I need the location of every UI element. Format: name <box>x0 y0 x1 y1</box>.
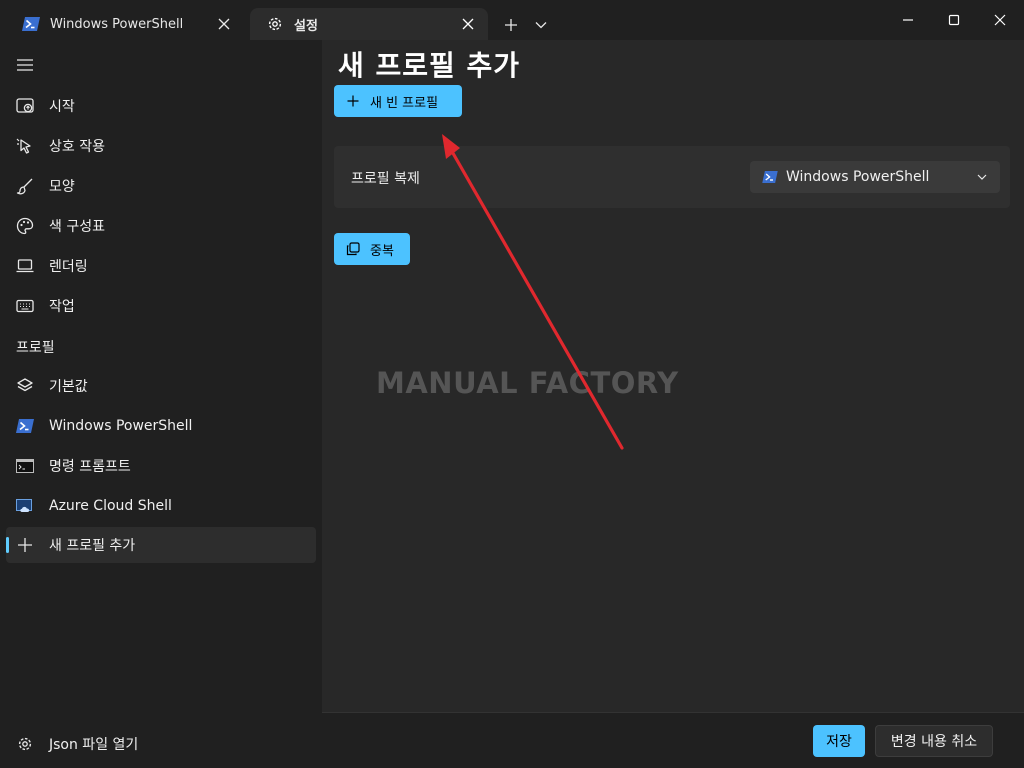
plus-icon <box>16 536 34 554</box>
sidebar: 시작 상호 작용 모양 색 구성표 렌더링 작업 프로필 기본값 Windows… <box>0 40 322 768</box>
powershell-icon <box>16 417 34 435</box>
main-content: 새 프로필 추가 새 빈 프로필 프로필 복제 Windows PowerShe… <box>322 40 1024 712</box>
gear-icon <box>266 16 284 32</box>
sidebar-item-label: 기본값 <box>49 379 88 395</box>
sidebar-item-label: 상호 작용 <box>49 139 105 155</box>
minimize-icon <box>903 19 913 21</box>
sidebar-item-label: 새 프로필 추가 <box>49 538 136 554</box>
sidebar-item-defaults[interactable]: 기본값 <box>6 368 316 404</box>
sidebar-item-label: 모양 <box>49 179 75 195</box>
sidebar-item-interaction[interactable]: 상호 작용 <box>6 128 316 164</box>
close-icon[interactable] <box>458 14 478 34</box>
hamburger-menu-button[interactable] <box>14 54 36 76</box>
chevron-down-icon <box>535 22 547 29</box>
sidebar-item-label: Windows PowerShell <box>49 418 193 434</box>
sidebar-item-azure-cloud-shell[interactable]: Azure Cloud Shell <box>6 488 316 524</box>
azure-icon <box>16 497 34 515</box>
plus-icon <box>505 19 517 31</box>
new-tab-button[interactable] <box>500 14 522 36</box>
palette-icon <box>16 217 34 235</box>
title-bar: Windows PowerShell 설정 <box>0 0 1024 40</box>
cmd-icon <box>16 457 34 475</box>
annotation-arrow <box>442 134 624 450</box>
laptop-icon <box>16 257 34 275</box>
maximize-button[interactable] <box>940 6 968 34</box>
footer-bar: 저장 변경 내용 취소 <box>322 712 1024 768</box>
maximize-icon <box>948 14 960 26</box>
window-close-button[interactable] <box>986 6 1014 34</box>
sidebar-item-startup[interactable]: 시작 <box>6 88 316 124</box>
sidebar-item-actions[interactable]: 작업 <box>6 288 316 324</box>
sidebar-item-windows-powershell[interactable]: Windows PowerShell <box>6 408 316 444</box>
sidebar-item-label: Azure Cloud Shell <box>49 498 172 514</box>
tab-windows-powershell[interactable]: Windows PowerShell <box>6 8 244 40</box>
sidebar-item-label: 렌더링 <box>49 259 88 275</box>
sidebar-item-label: 작업 <box>49 299 75 315</box>
sidebar-item-add-new-profile[interactable]: 새 프로필 추가 <box>6 527 316 563</box>
sidebar-item-label: 색 구성표 <box>49 219 105 235</box>
sidebar-item-rendering[interactable]: 렌더링 <box>6 248 316 284</box>
sidebar-item-label: 명령 프롬프트 <box>49 459 131 475</box>
tab-title: Windows PowerShell <box>50 16 184 32</box>
sidebar-item-label: Json 파일 열기 <box>49 737 139 753</box>
sidebar-item-appearance[interactable]: 모양 <box>6 168 316 204</box>
tab-settings[interactable]: 설정 <box>250 8 488 40</box>
layers-icon <box>16 377 34 395</box>
gear-icon <box>16 735 34 753</box>
tab-title: 설정 <box>294 18 318 34</box>
interaction-cursor-icon <box>16 137 34 155</box>
keyboard-icon <box>16 297 34 315</box>
sidebar-item-label: 시작 <box>49 99 75 115</box>
startup-icon <box>16 97 34 115</box>
discard-changes-button[interactable]: 변경 내용 취소 <box>875 725 993 757</box>
sidebar-item-color-schemes[interactable]: 색 구성표 <box>6 208 316 244</box>
sidebar-section-profiles: 프로필 <box>16 340 55 356</box>
paintbrush-icon <box>16 177 34 195</box>
sidebar-item-open-json[interactable]: Json 파일 열기 <box>6 726 316 762</box>
minimize-button[interactable] <box>894 6 922 34</box>
hamburger-icon <box>17 59 33 71</box>
save-button[interactable]: 저장 <box>813 725 865 757</box>
close-icon <box>994 14 1006 26</box>
close-icon[interactable] <box>214 14 234 34</box>
tab-dropdown-button[interactable] <box>530 14 552 36</box>
powershell-icon <box>22 16 40 32</box>
sidebar-item-command-prompt[interactable]: 명령 프롬프트 <box>6 448 316 484</box>
